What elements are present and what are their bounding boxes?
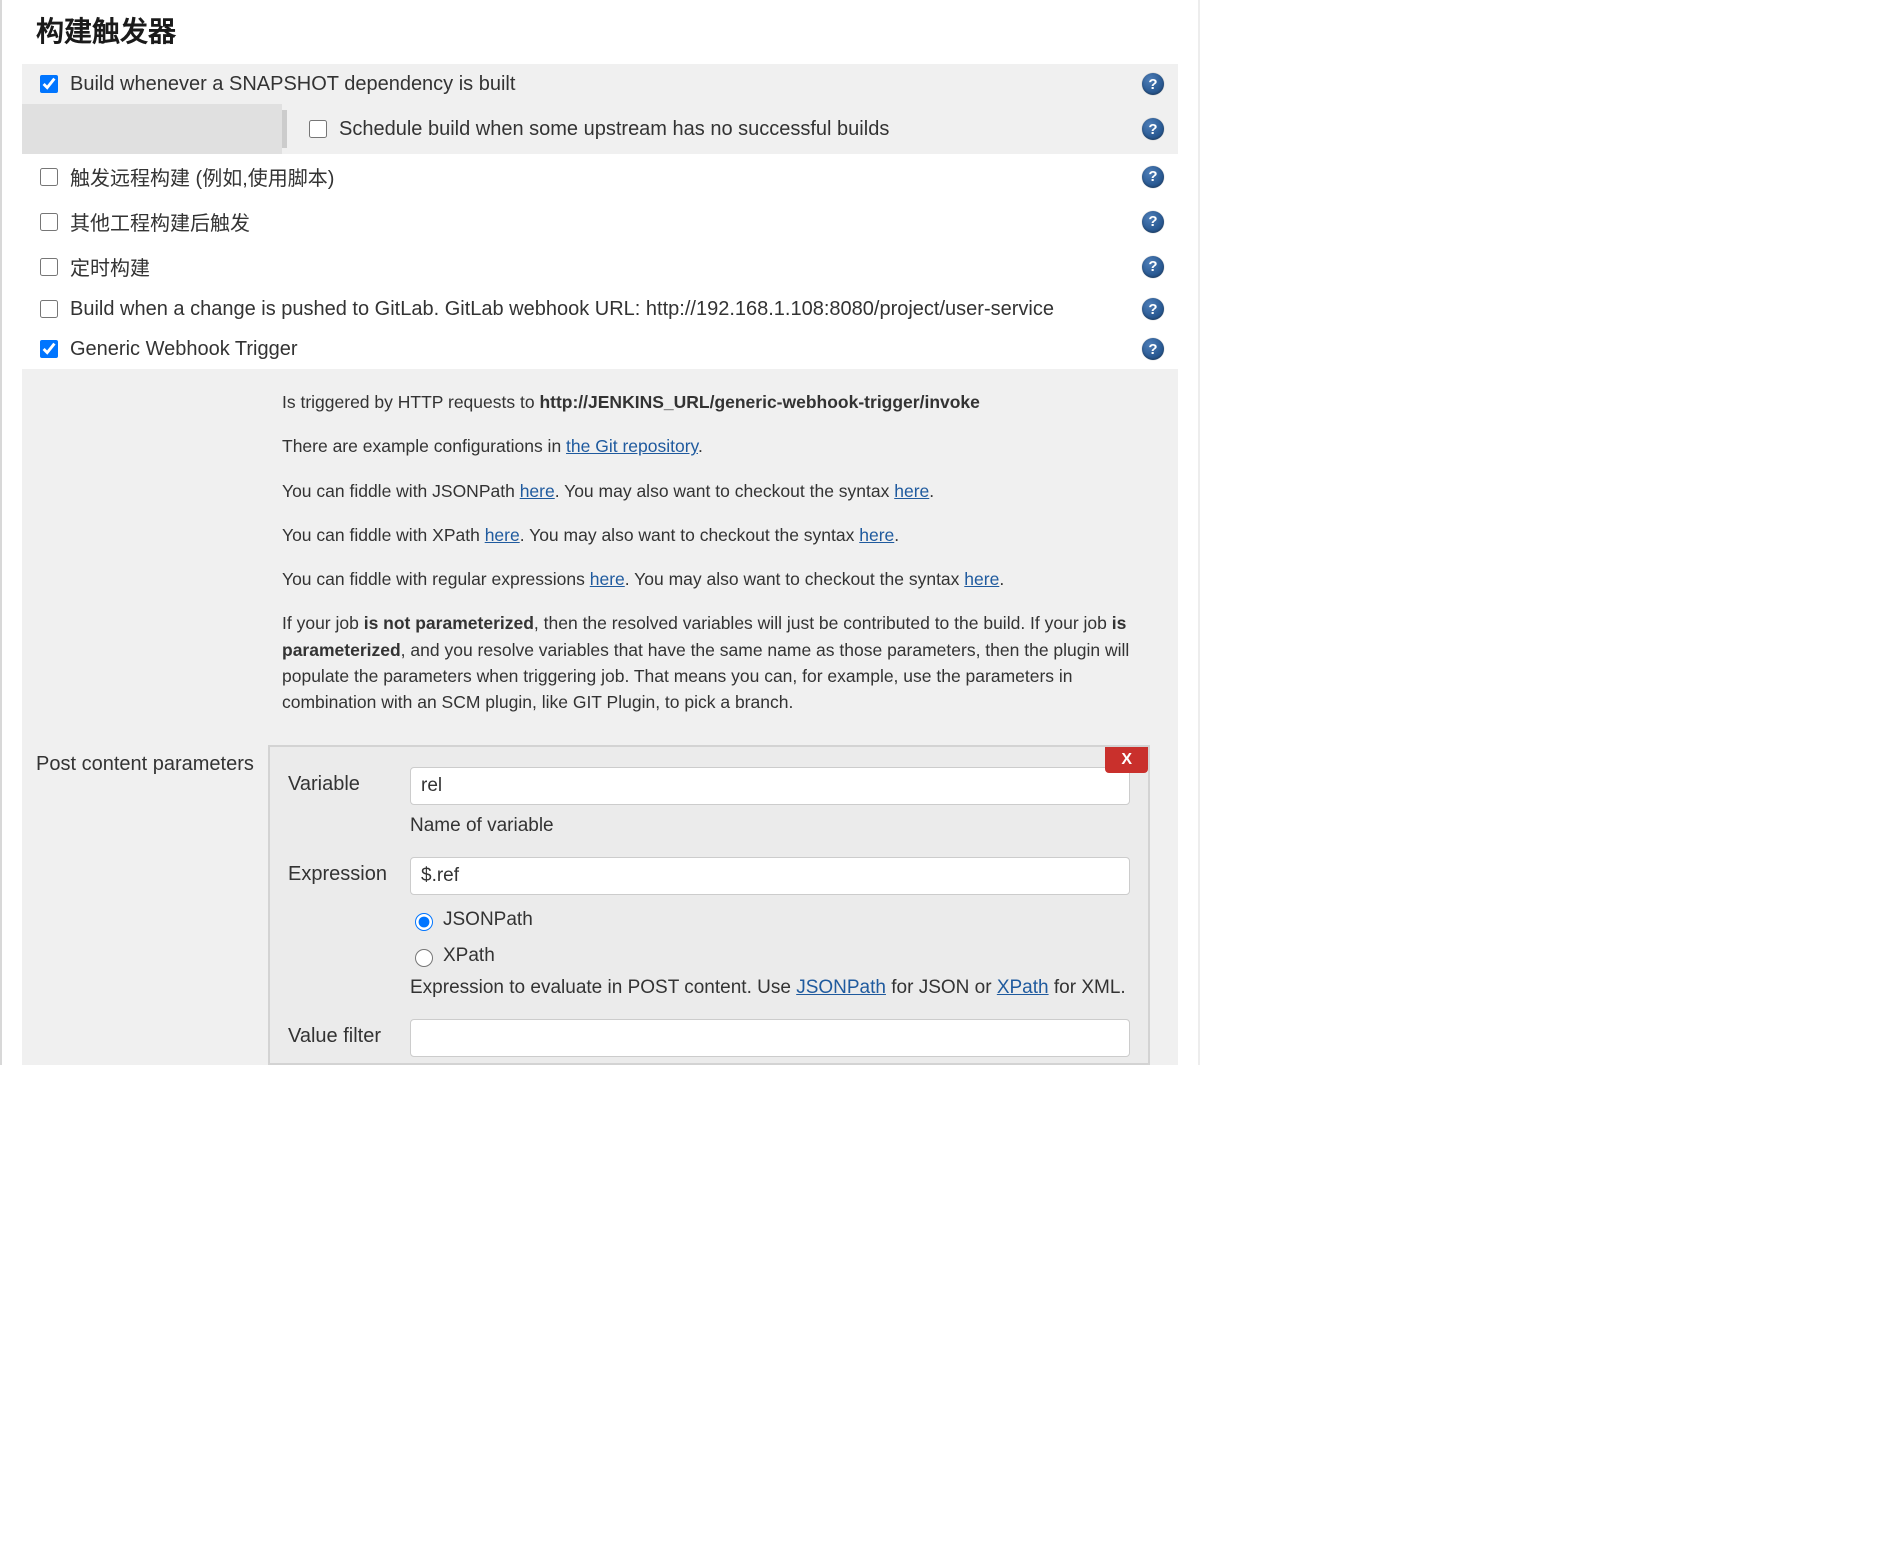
trigger-row-timer: 定时构建 ? (22, 244, 1178, 289)
jsonpath-fiddle-link[interactable]: here (520, 481, 555, 501)
trigger-row-remote: 触发远程构建 (例如,使用脚本) ? (22, 154, 1178, 199)
help-icon[interactable]: ? (1142, 256, 1164, 278)
after-other-checkbox[interactable] (40, 213, 58, 231)
timer-checkbox[interactable] (40, 258, 58, 276)
webhook-desc-line6: If your job is not parameterized, then t… (282, 610, 1164, 715)
trigger-row-snapshot: Build whenever a SNAPSHOT dependency is … (22, 64, 1178, 104)
regex-fiddle-link[interactable]: here (590, 569, 625, 589)
trigger-row-gitlab: Build when a change is pushed to GitLab.… (22, 289, 1178, 329)
expression-input[interactable] (410, 857, 1130, 895)
value-filter-label: Value filter (288, 1019, 410, 1057)
variable-row: Variable Name of variable (270, 747, 1148, 837)
remote-label: 触发远程构建 (例如,使用脚本) (70, 162, 1142, 191)
schedule-upstream-checkbox[interactable] (309, 120, 327, 138)
variable-input[interactable] (410, 767, 1130, 805)
expression-help: Expression to evaluate in POST content. … (410, 977, 1130, 999)
webhook-desc-line2: There are example configurations in the … (282, 433, 1164, 459)
schedule-upstream-label: Schedule build when some upstream has no… (339, 118, 1142, 141)
git-repo-link[interactable]: the Git repository (566, 436, 698, 456)
webhook-desc-line3: You can fiddle with JSONPath here. You m… (282, 478, 1164, 504)
help-icon[interactable]: ? (1142, 118, 1164, 140)
generic-webhook-label: Generic Webhook Trigger (70, 338, 1142, 361)
variable-label: Variable (288, 767, 410, 837)
trigger-row-schedule-upstream: Schedule build when some upstream has no… (22, 104, 1178, 154)
value-filter-input[interactable] (410, 1019, 1130, 1057)
delete-param-button[interactable]: X (1105, 747, 1148, 773)
jsonpath-radio[interactable] (415, 913, 433, 931)
snapshot-label: Build whenever a SNAPSHOT dependency is … (70, 73, 1142, 96)
after-other-label: 其他工程构建后触发 (70, 207, 1142, 236)
schedule-upstream-content: Schedule build when some upstream has no… (287, 107, 1142, 151)
jsonpath-syntax-link[interactable]: here (894, 481, 929, 501)
webhook-description: Is triggered by HTTP requests to http://… (22, 369, 1178, 735)
trigger-row-generic-webhook: Generic Webhook Trigger ? (22, 329, 1178, 369)
help-icon[interactable]: ? (1142, 73, 1164, 95)
help-icon[interactable]: ? (1142, 211, 1164, 233)
regex-syntax-link[interactable]: here (964, 569, 999, 589)
jsonpath-doc-link[interactable]: JSONPath (796, 977, 886, 998)
snapshot-checkbox[interactable] (40, 75, 58, 93)
webhook-desc-line5: You can fiddle with regular expressions … (282, 566, 1164, 592)
trigger-row-after-other: 其他工程构建后触发 ? (22, 199, 1178, 244)
section-title: 构建触发器 (22, 0, 1178, 64)
expression-row: Expression JSONPath XPath Expression to … (270, 837, 1148, 999)
value-filter-field-wrap (410, 1019, 1130, 1057)
build-triggers-section: 构建触发器 Build whenever a SNAPSHOT dependen… (0, 0, 1200, 1065)
xpath-radio-row: XPath (410, 945, 1130, 967)
jsonpath-radio-label: JSONPath (443, 909, 533, 931)
post-content-parameters: Post content parameters X Variable Name … (22, 735, 1178, 1065)
help-icon[interactable]: ? (1142, 298, 1164, 320)
xpath-doc-link[interactable]: XPath (997, 977, 1049, 998)
xpath-radio[interactable] (415, 949, 433, 967)
gitlab-label: Build when a change is pushed to GitLab.… (70, 298, 1142, 321)
xpath-radio-label: XPath (443, 945, 495, 967)
xpath-syntax-link[interactable]: here (859, 525, 894, 545)
variable-field-wrap: Name of variable (410, 767, 1130, 837)
xpath-fiddle-link[interactable]: here (485, 525, 520, 545)
jsonpath-radio-row: JSONPath (410, 909, 1130, 931)
param-box: X Variable Name of variable Expression J… (268, 745, 1150, 1065)
indent-spacer (22, 104, 282, 154)
value-filter-row: Value filter (270, 999, 1148, 1063)
variable-help: Name of variable (410, 815, 1130, 837)
gitlab-checkbox[interactable] (40, 300, 58, 318)
webhook-desc-line1: Is triggered by HTTP requests to http://… (282, 389, 1164, 415)
generic-webhook-checkbox[interactable] (40, 340, 58, 358)
help-icon[interactable]: ? (1142, 338, 1164, 360)
timer-label: 定时构建 (70, 252, 1142, 281)
expression-field-wrap: JSONPath XPath Expression to evaluate in… (410, 857, 1130, 999)
remote-checkbox[interactable] (40, 168, 58, 186)
post-params-label: Post content parameters (36, 745, 268, 1065)
webhook-desc-line4: You can fiddle with XPath here. You may … (282, 522, 1164, 548)
expression-label: Expression (288, 857, 410, 999)
help-icon[interactable]: ? (1142, 166, 1164, 188)
